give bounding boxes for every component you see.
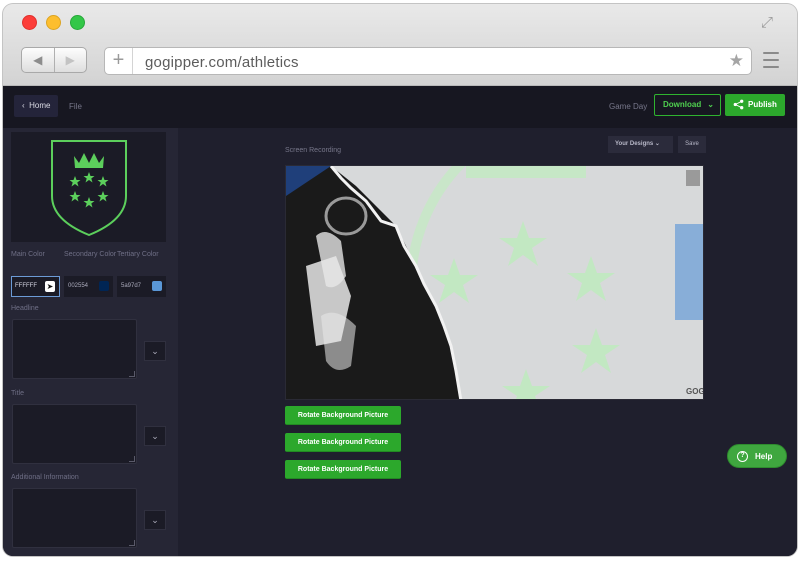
additional-info-options-button[interactable]: ⌄ [144, 510, 166, 530]
forward-button[interactable]: ▶ [53, 48, 87, 72]
chevron-down-icon: ⌄ [707, 100, 714, 109]
game-day-graphic: GOGIPPER [286, 166, 704, 399]
headline-textarea[interactable] [12, 319, 137, 379]
additional-info-textarea[interactable] [12, 488, 137, 548]
chevron-down-icon: ⌄ [654, 141, 660, 147]
publish-label: Publish [748, 100, 777, 109]
resize-handle[interactable] [129, 371, 135, 377]
editor-topbar: ‹ Home File Game Day Download ⌄ Publish [3, 86, 797, 128]
resize-handle[interactable] [129, 540, 135, 546]
team-logo-upload[interactable] [11, 132, 166, 242]
color-labels: Main Color Secondary Color Tertiary Colo… [11, 250, 171, 259]
publish-button[interactable]: Publish [725, 94, 785, 116]
help-button[interactable]: ? Help [727, 444, 787, 468]
secondary-color-value: 002554 [68, 283, 89, 289]
app-viewport: ‹ Home File Game Day Download ⌄ Publish [3, 86, 797, 556]
home-button[interactable]: ‹ Home [14, 95, 59, 117]
tertiary-color-input[interactable]: 5a97d7 [117, 276, 166, 297]
secondary-color-chip[interactable] [99, 281, 109, 291]
history-nav: ◀ ▶ [21, 47, 87, 73]
close-window-button[interactable] [22, 15, 37, 30]
main-color-label: Main Color [11, 251, 45, 258]
chevron-down-icon: ⌄ [151, 431, 159, 441]
title-options-button[interactable]: ⌄ [144, 426, 166, 446]
back-button[interactable]: ◀ [22, 48, 54, 72]
fullscreen-icon[interactable]: ⤢ [759, 15, 775, 31]
home-label: Home [29, 101, 51, 110]
your-designs-dropdown[interactable]: Your Designs ⌄ [608, 136, 673, 153]
main-color-value: FFFFFF [15, 283, 37, 289]
forward-arrow-icon: ▶ [65, 53, 75, 67]
secondary-color-input[interactable]: 002554 [64, 276, 113, 297]
chevron-left-icon: ‹ [22, 101, 25, 110]
your-designs-label: Your Designs [615, 141, 654, 147]
download-button[interactable]: Download ⌄ [654, 94, 721, 116]
title-label: Title [11, 390, 24, 397]
settings-sidebar: Main Color Secondary Color Tertiary Colo… [3, 128, 178, 556]
rotate-background-button-3[interactable]: Rotate Background Picture [285, 460, 401, 479]
save-button[interactable]: Save [678, 136, 706, 153]
rotate-background-button-1[interactable]: Rotate Background Picture [285, 406, 401, 425]
back-arrow-icon: ◀ [33, 53, 43, 67]
headline-label: Headline [11, 305, 39, 312]
tertiary-color-chip[interactable] [152, 281, 162, 291]
maximize-window-button[interactable] [70, 15, 85, 30]
url-text: gogipper.com/athletics [145, 54, 299, 71]
help-label: Help [755, 452, 773, 461]
shield-logo-icon [51, 140, 127, 237]
main-color-input[interactable]: FFFFFF ➤ [11, 276, 60, 297]
screen-recording-label: Screen Recording [285, 147, 342, 154]
preview-area: Screen Recording Your Designs ⌄ Save GO … [178, 128, 797, 556]
corner-logo [686, 170, 700, 186]
title-textarea[interactable] [12, 404, 137, 464]
gogipper-watermark: GOGIPPER [686, 387, 704, 396]
chevron-down-icon: ⌄ [151, 346, 159, 356]
browser-menu-icon[interactable] [763, 52, 779, 68]
headline-options-button[interactable]: ⌄ [144, 341, 166, 361]
additional-info-label: Additional Information [11, 474, 79, 481]
tertiary-color-label: Tertiary Color [117, 251, 159, 258]
new-tab-icon[interactable]: + [105, 48, 133, 74]
download-label: Download [663, 100, 702, 109]
chevron-down-icon: ⌄ [151, 515, 159, 525]
bookmark-star-icon[interactable]: ★ [729, 51, 744, 71]
browser-window: ⤢ ◀ ▶ + gogipper.com/athletics ★ ‹ Home … [3, 4, 797, 556]
file-menu[interactable]: File [69, 102, 82, 111]
question-icon: ? [737, 451, 748, 462]
design-preview-canvas[interactable]: GOGIPPER [285, 165, 704, 400]
address-bar[interactable]: + gogipper.com/athletics ★ [104, 47, 752, 75]
pointer-cursor-icon: ➤ [45, 281, 55, 292]
browser-chrome: ⤢ ◀ ▶ + gogipper.com/athletics ★ [3, 4, 797, 86]
tertiary-color-value: 5a97d7 [121, 283, 142, 289]
resize-handle[interactable] [129, 456, 135, 462]
minimize-window-button[interactable] [46, 15, 61, 30]
rotate-background-button-2[interactable]: Rotate Background Picture [285, 433, 401, 452]
share-icon [733, 99, 744, 110]
secondary-color-label: Secondary Color [64, 251, 117, 258]
template-name: Game Day [609, 102, 648, 111]
color-inputs: FFFFFF ➤ 002554 5a97d7 [11, 276, 166, 297]
